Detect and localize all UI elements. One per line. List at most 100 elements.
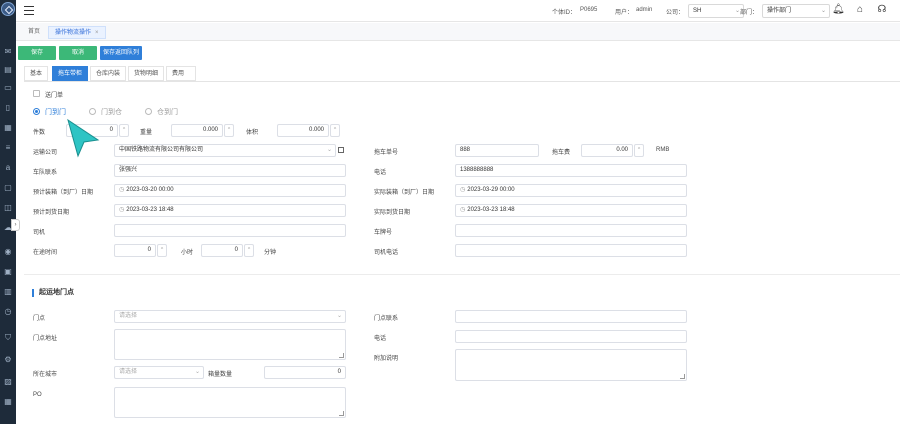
section-divider [24, 274, 900, 275]
tab-operation-label: 操作物流操作 [55, 30, 92, 36]
tab-home-label: 首页 [28, 29, 41, 35]
save-button[interactable]: 保存 [18, 46, 56, 60]
tab-fees[interactable]: 费用 [166, 66, 196, 81]
chevron-down-icon: ⌄ [194, 369, 200, 375]
nav-cube-icon[interactable]: ◫ [3, 204, 13, 212]
container-count-input[interactable]: 0 [264, 366, 346, 379]
radio-warehouse-to-door[interactable] [145, 108, 152, 115]
transit-minutes-input[interactable]: 0 [201, 244, 243, 257]
plan-arrive-label: 预计到货日期 [33, 210, 70, 216]
volume-label: 体积 [246, 130, 259, 136]
transport-company-select[interactable]: 中国铁路物流有限公司有限公司 ⌄ [114, 144, 336, 157]
close-icon[interactable]: × [95, 30, 99, 36]
radio-door-to-door[interactable] [33, 108, 40, 115]
nav-shield-icon[interactable]: ⛉ [3, 334, 13, 342]
cancel-button[interactable]: 取消 [59, 46, 97, 60]
tab-operation[interactable]: 操作物流操作 × [48, 26, 106, 39]
weight-label: 重量 [140, 130, 153, 136]
clock-icon: ◷ [119, 187, 125, 193]
actual-arrive-value: 2023-03-23 18:48 [467, 207, 515, 213]
nav-settings-icon[interactable]: ⚙ [3, 356, 13, 364]
home-icon[interactable]: ⌂ [854, 4, 866, 16]
door-address-textarea[interactable] [114, 329, 346, 360]
nav-card-icon[interactable]: ▢ [3, 184, 13, 192]
phone-input[interactable]: 1388888888 [455, 164, 687, 177]
user-value: admin [636, 7, 653, 13]
po-label: PO [33, 392, 42, 398]
tab-warehouse[interactable]: 仓库内装 [90, 66, 127, 81]
radio-door-to-door-label: 门到门 [45, 109, 66, 116]
actual-load-value: 2023-03-29 00:00 [467, 187, 515, 193]
door-select-placeholder: 请选择 [119, 313, 138, 319]
currency-label: RMB [656, 147, 670, 153]
nav-chart-icon[interactable]: ▥ [3, 288, 13, 296]
driver-phone-input[interactable] [455, 244, 687, 257]
door-select[interactable]: 请选择 ⌄ [114, 310, 346, 323]
team-input[interactable]: 张强兴 [114, 164, 346, 177]
nav-grid-icon[interactable]: ▦ [3, 398, 13, 406]
plan-load-label: 预计装箱（到厂）日期 [33, 190, 94, 196]
origin-phone-input[interactable] [455, 330, 687, 343]
company-select[interactable]: SH ⌄ [688, 4, 744, 18]
nav-clock-icon[interactable]: ◷ [3, 308, 13, 316]
nav-archive-icon[interactable]: ▤ [3, 66, 13, 74]
nav-amazon-icon[interactable]: a [3, 164, 13, 172]
nav-ticket-icon[interactable]: ▭ [3, 84, 13, 92]
truck-no-input[interactable]: 888 [455, 144, 539, 157]
door-pickup-checkbox[interactable] [33, 90, 40, 97]
bell-icon[interactable]: 🔔︎ [832, 4, 845, 16]
plate-input[interactable] [455, 224, 687, 237]
clock-icon: ◷ [460, 187, 466, 193]
door-address-label: 门点地址 [33, 336, 58, 342]
nav-list-icon[interactable]: ≡ [3, 144, 13, 152]
plan-arrive-date-input[interactable]: ◷ 2023-03-23 18:48 [114, 204, 346, 217]
dept-label: 部门： [740, 10, 759, 16]
app-logo-icon[interactable] [1, 2, 15, 16]
menu-toggle-icon[interactable] [24, 6, 34, 15]
tab-goods[interactable]: 货物明细 [128, 66, 165, 81]
city-label: 所在城市 [33, 372, 58, 378]
save-return-button[interactable]: 保存返回队列 [100, 46, 142, 60]
weight-stepper[interactable]: ^ [224, 124, 234, 137]
company-label: 公司： [666, 10, 685, 16]
transit-hours-input[interactable]: 0 [114, 244, 156, 257]
truck-fee-label: 拖车费 [552, 150, 571, 156]
tab-trucking[interactable]: 拖车带柜 [52, 66, 89, 81]
nav-image-icon[interactable]: ▨ [3, 378, 13, 386]
nav-badge-icon[interactable]: ▣ [3, 268, 13, 276]
transit-minutes-stepper[interactable]: ^ [244, 244, 254, 257]
container-count-label: 箱量数量 [208, 372, 233, 378]
pieces-stepper[interactable]: ^ [119, 124, 129, 137]
truck-fee-input[interactable]: 0.00 [581, 144, 633, 157]
transit-hours-stepper[interactable]: ^ [157, 244, 167, 257]
note-textarea[interactable] [455, 349, 687, 381]
edit-icon[interactable] [338, 147, 344, 153]
plan-load-date-input[interactable]: ◷ 2023-03-20 00:00 [114, 184, 346, 197]
nav-book-icon[interactable]: ▯ [3, 104, 13, 112]
actual-load-date-input[interactable]: ◷ 2023-03-29 00:00 [455, 184, 687, 197]
nav-document-icon[interactable]: ▦ [3, 124, 13, 132]
tab-basic[interactable]: 基本 [24, 66, 49, 81]
truck-fee-stepper[interactable]: ^ [634, 144, 644, 157]
plan-arrive-value: 2023-03-23 18:48 [126, 207, 174, 213]
nav-user-icon[interactable]: ◉ [3, 248, 13, 256]
clock-icon: ◷ [460, 207, 466, 213]
radio-door-to-warehouse[interactable] [89, 108, 96, 115]
chevron-down-icon: ⌄ [336, 313, 342, 319]
dept-select[interactable]: 操作部门 ⌄ [762, 4, 830, 18]
po-textarea[interactable] [114, 387, 346, 418]
driver-input[interactable] [114, 224, 346, 237]
collapse-arrow-icon[interactable]: › [11, 219, 20, 231]
door-contact-input[interactable] [455, 310, 687, 323]
nav-mail-icon[interactable]: ✉ [3, 48, 13, 56]
plan-load-value: 2023-03-20 00:00 [126, 187, 174, 193]
headset-icon[interactable]: ☊ [876, 4, 888, 16]
actual-arrive-date-input[interactable]: ◷ 2023-03-23 18:48 [455, 204, 687, 217]
side-nav-rail: ✉ ▤ ▭ ▯ ▦ ≡ a ▢ ◫ ☁ ◉ ▣ ▥ ◷ ⛉ ⚙ ▨ ▦ › [0, 0, 20, 424]
origin-phone-label: 电话 [374, 336, 387, 342]
tab-home[interactable]: 首页 [22, 26, 46, 39]
volume-stepper[interactable]: ^ [330, 124, 340, 137]
weight-input[interactable]: 0.000 [171, 124, 223, 137]
city-select[interactable]: 请选择 ⌄ [114, 366, 204, 379]
volume-input[interactable]: 0.000 [277, 124, 329, 137]
